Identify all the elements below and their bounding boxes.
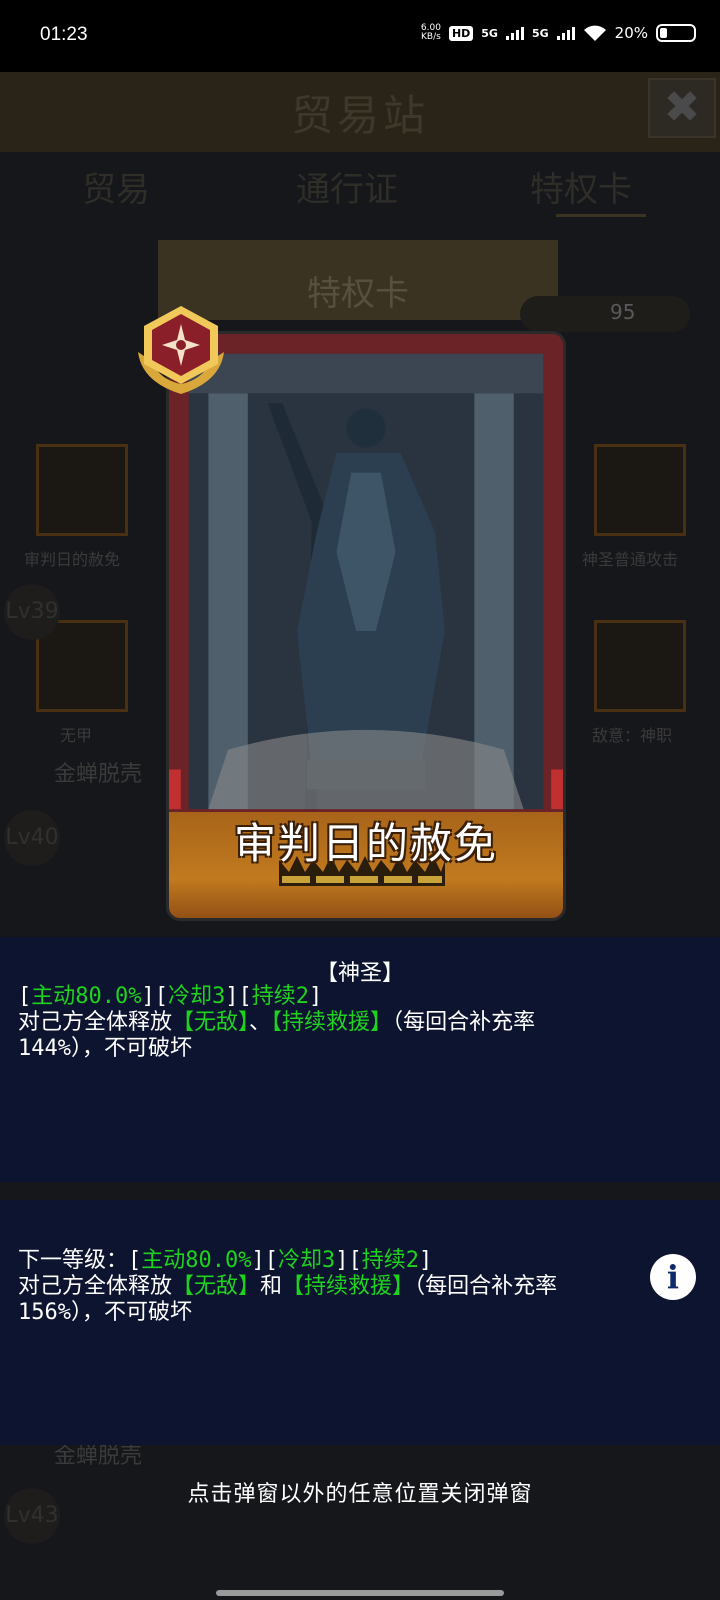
wifi-icon bbox=[583, 25, 606, 41]
sim2-label: 5G bbox=[531, 26, 549, 40]
bg-item-right-1[interactable] bbox=[594, 444, 686, 536]
effect-invincible: 【无敌】 bbox=[172, 1274, 261, 1299]
currency-value: 95 bbox=[610, 300, 636, 324]
net-speed-unit: KB/s bbox=[421, 32, 441, 42]
rank-badge-icon bbox=[138, 306, 224, 394]
sim1-label: 5G bbox=[481, 26, 498, 40]
status-icons: 6.00 KB/s HD 5G 5G 20% bbox=[421, 24, 696, 42]
tab-privilege[interactable]: 特权卡 bbox=[530, 162, 632, 211]
effect-rescue: 【持续救援】 bbox=[282, 1274, 415, 1299]
level-badge: Lv39 bbox=[4, 584, 60, 640]
battery-icon bbox=[656, 24, 696, 42]
current-effect-line: 对己方全体释放【无敌】、【持续救援】（每回合补充率 bbox=[18, 1010, 536, 1035]
bg-title: 贸易站 bbox=[290, 91, 429, 140]
bg-item-right-2[interactable] bbox=[594, 620, 686, 712]
next-effect-line-2: 156%），不可破坏 bbox=[18, 1300, 192, 1325]
current-level-desc: [主动80.0%][冷却3][持续2] 对己方全体释放【无敌】、【持续救援】（每… bbox=[18, 984, 708, 1062]
signal-icon-1 bbox=[505, 26, 524, 40]
status-time: 01:23 bbox=[40, 24, 88, 45]
close-icon[interactable]: ✖ bbox=[648, 78, 716, 138]
home-indicator[interactable] bbox=[216, 1590, 504, 1596]
bg-item-label: 神圣普通攻击 bbox=[582, 550, 679, 569]
tab-underline bbox=[556, 214, 646, 217]
current-effect-line-2: 144%），不可破坏 bbox=[18, 1036, 192, 1061]
currency-bar bbox=[520, 296, 690, 332]
next-effect-line: 对己方全体释放【无敌】和【持续救援】（每回合补充率 bbox=[18, 1274, 558, 1299]
hd-icon: HD bbox=[448, 25, 474, 41]
tab-pass[interactable]: 通行证 bbox=[296, 162, 398, 211]
next-level-desc: 下一等级：[主动80.0%][冷却3][持续2] 对己方全体释放【无敌】和【持续… bbox=[18, 1248, 638, 1326]
info-icon[interactable]: i bbox=[650, 1254, 696, 1300]
status-bar: 01:23 6.00 KB/s HD 5G 5G 20% bbox=[0, 0, 720, 72]
tag-cooldown: [冷却3] bbox=[154, 984, 239, 1009]
bg-sub-label: 金蝉脱壳 bbox=[54, 762, 143, 787]
signal-icon-2 bbox=[556, 26, 575, 40]
close-hint: 点击弹窗以外的任意位置关闭弹窗 bbox=[187, 1482, 533, 1507]
effect-invincible: 【无敌】 bbox=[172, 1010, 250, 1035]
current-tags-line: [主动80.0%][冷却3][持续2] bbox=[18, 984, 708, 1010]
bg-item-label: 审判日的赦免 bbox=[24, 550, 121, 569]
effect-rescue: 【持续救援】 bbox=[271, 1010, 393, 1035]
tag-duration: [持续2] bbox=[238, 984, 323, 1009]
bg-item-left-1[interactable] bbox=[36, 444, 128, 536]
bg-item-label: 敌意：神职 bbox=[592, 726, 673, 745]
tag-duration: [持续2] bbox=[348, 1248, 433, 1273]
battery-percent: 20% bbox=[614, 24, 648, 42]
tag-active: [主动80.0%] bbox=[18, 984, 155, 1009]
next-tags-line: 下一等级：[主动80.0%][冷却3][持续2] bbox=[18, 1248, 433, 1273]
tab-trade[interactable]: 贸易 bbox=[82, 162, 150, 211]
bg-item-left-2[interactable] bbox=[36, 620, 128, 712]
net-speed: 6.00 KB/s bbox=[421, 24, 441, 42]
bg-item-label: 无甲 bbox=[60, 726, 93, 745]
skill-category: 【神圣】 bbox=[315, 961, 404, 986]
tag-cooldown: [冷却3] bbox=[264, 1248, 349, 1273]
tag-active: [主动80.0%] bbox=[128, 1248, 265, 1273]
card-name: 审判日的赦免 bbox=[233, 819, 498, 868]
